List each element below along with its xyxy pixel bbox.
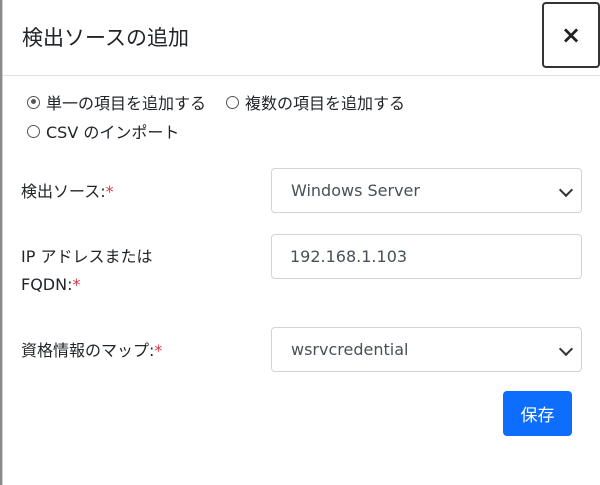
ip-input[interactable]: 192.168.1.103 <box>271 234 582 279</box>
dialog-header: 検出ソースの追加 × <box>3 0 600 76</box>
source-select[interactable]: Windows Server <box>271 168 582 213</box>
add-discovery-source-dialog: 検出ソースの追加 × 単一の項目を追加する 複数の項目を追加する CSV のイン… <box>2 0 600 485</box>
ip-label-line1: IP アドレスまたは <box>21 247 153 266</box>
required-mark: * <box>105 182 114 201</box>
chevron-down-icon <box>558 341 574 357</box>
option-row-2: CSV のインポート <box>27 119 199 143</box>
option-csv-label: CSV のインポート <box>46 123 180 142</box>
source-select-value: Windows Server <box>291 181 420 200</box>
save-button[interactable]: 保存 <box>503 391 572 436</box>
credential-label-text: 資格情報のマップ: <box>21 341 155 360</box>
radio-csv[interactable] <box>27 124 40 138</box>
option-row-1: 単一の項目を追加する 複数の項目を追加する <box>27 90 425 114</box>
radio-multiple[interactable] <box>226 95 240 109</box>
source-label: 検出ソース:* <box>21 178 114 206</box>
option-multiple-label: 複数の項目を追加する <box>245 94 406 113</box>
chevron-down-icon <box>558 182 574 198</box>
close-button[interactable]: × <box>542 2 600 68</box>
credential-select-value: wsrvcredential <box>291 340 409 359</box>
ip-label-line2: FQDN: <box>21 275 73 294</box>
option-single[interactable]: 単一の項目を追加する <box>27 90 206 114</box>
radio-single[interactable] <box>27 95 40 109</box>
required-mark: * <box>154 341 163 360</box>
credential-label: 資格情報のマップ:* <box>21 337 162 365</box>
option-multiple[interactable]: 複数の項目を追加する <box>226 90 405 114</box>
ip-input-value: 192.168.1.103 <box>290 247 408 266</box>
credential-select[interactable]: wsrvcredential <box>271 327 582 372</box>
source-label-text: 検出ソース: <box>21 182 106 201</box>
dialog-title: 検出ソースの追加 <box>22 26 189 50</box>
option-single-label: 単一の項目を追加する <box>46 94 207 113</box>
ip-label: IP アドレスまたは FQDN:* <box>21 243 152 299</box>
close-icon: × <box>560 21 582 49</box>
option-csv[interactable]: CSV のインポート <box>27 119 179 143</box>
required-mark: * <box>72 275 81 294</box>
